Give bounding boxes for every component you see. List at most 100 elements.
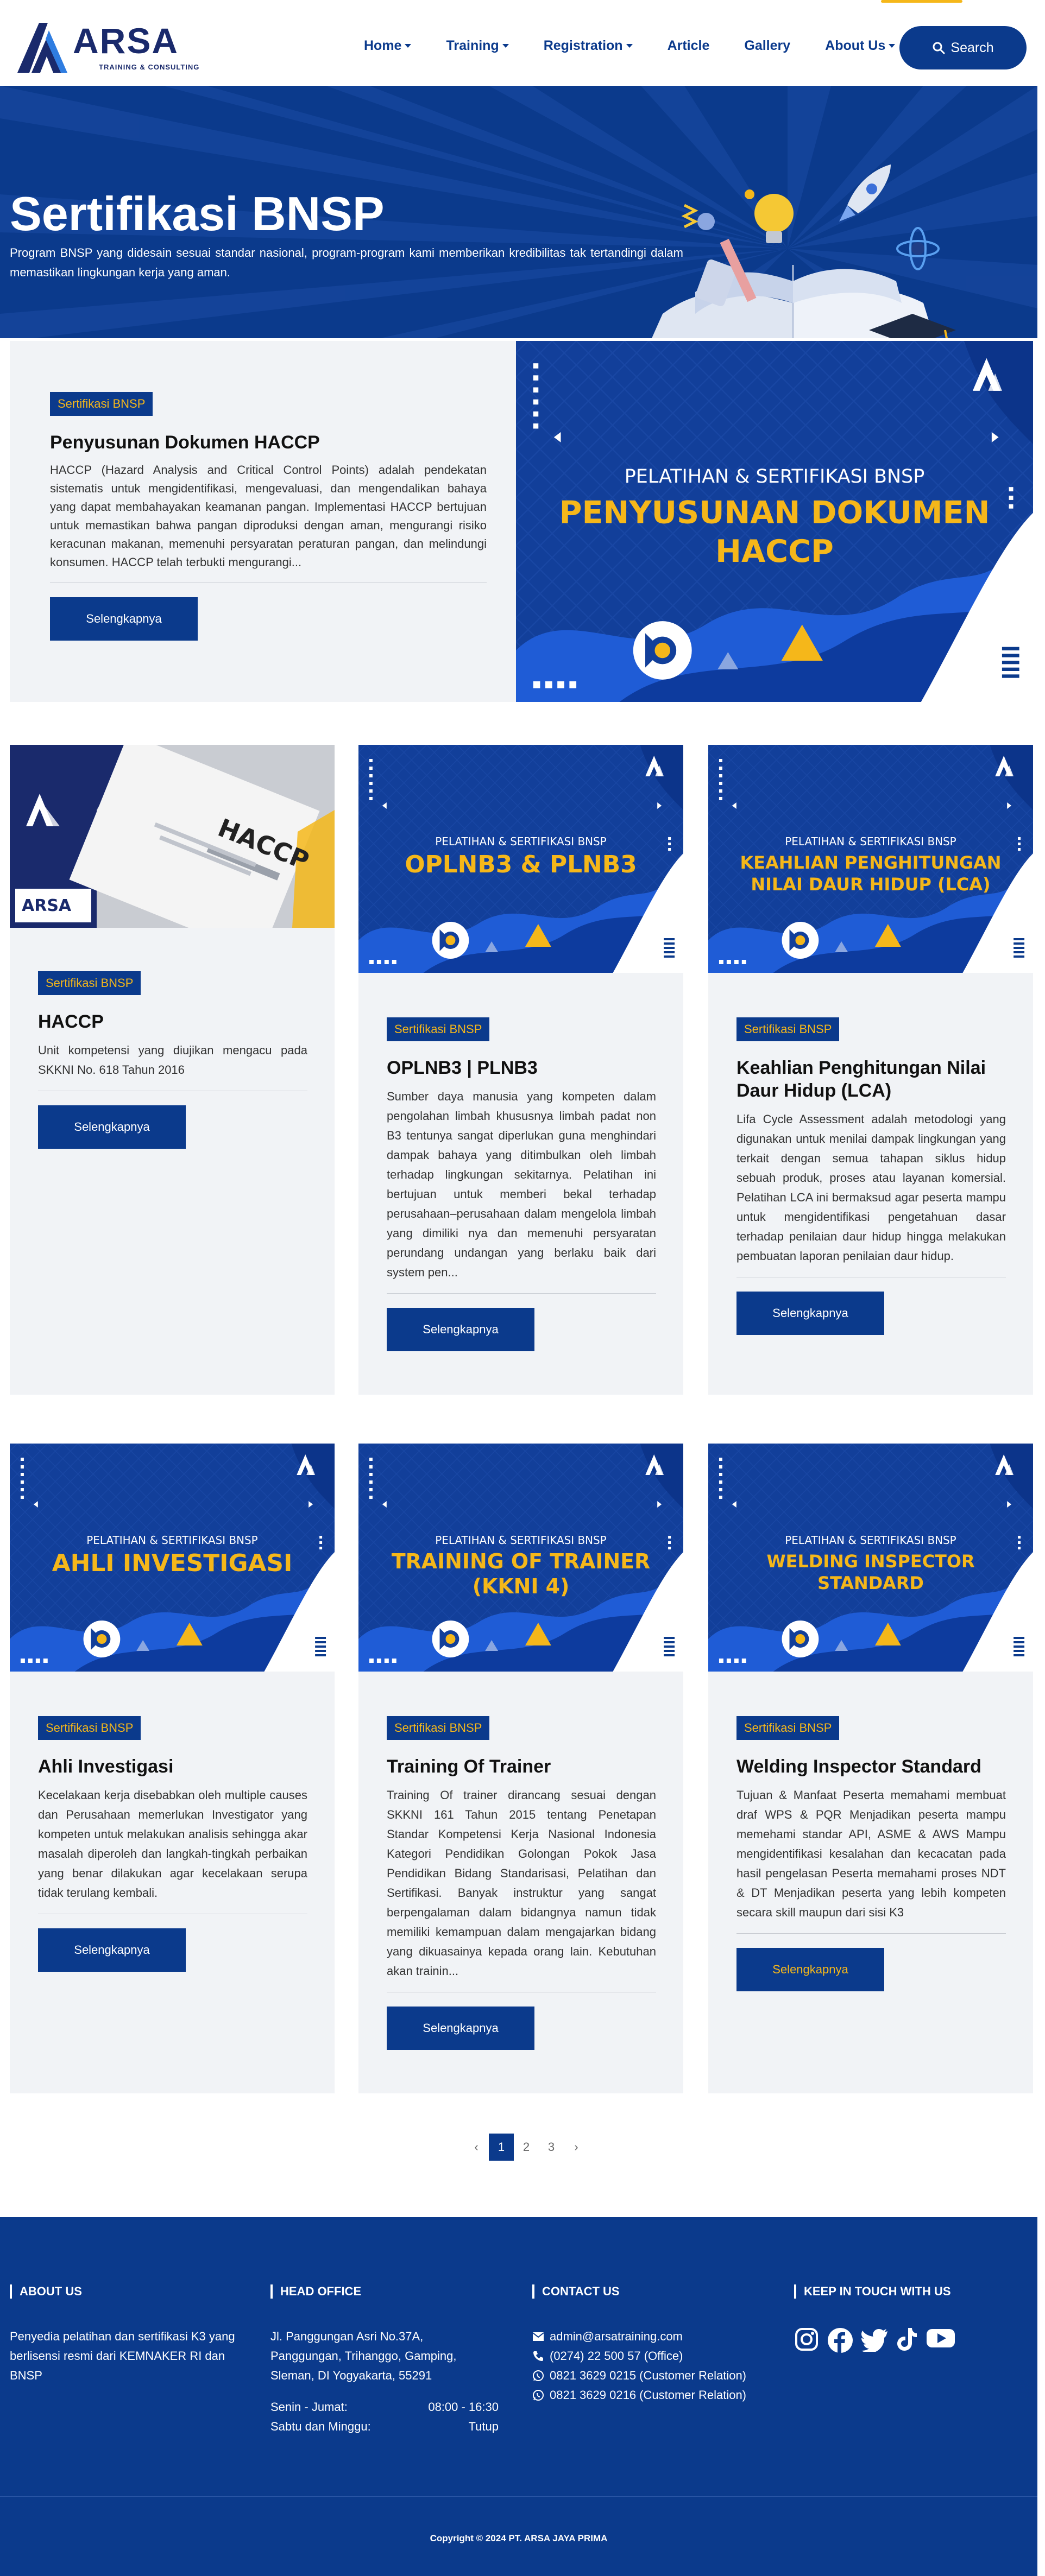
read-more-button[interactable]: Selengkapnya [50, 597, 198, 641]
nav-item-label: Article [667, 38, 710, 53]
contact-email[interactable]: admin@arsatraining.com [532, 2327, 782, 2346]
caret-down-icon [626, 44, 633, 48]
banner-title-line1: TRAINING OF TRAINER [392, 1549, 650, 1573]
hero-banner: Sertifikasi BNSP Program BNSP yang dides… [0, 86, 1037, 338]
course-title[interactable]: Ahli Investigasi [38, 1755, 307, 1778]
youtube-icon[interactable] [926, 2327, 956, 2354]
course-card-body: Sertifikasi BNSP OPLNB3 | PLNB3 Sumber d… [387, 1017, 656, 1351]
footer-heading: CONTACT US [532, 2284, 782, 2299]
course-title[interactable]: Training Of Trainer [387, 1755, 656, 1778]
course-image[interactable]: ARSA HACCP [10, 745, 335, 928]
banner-title-line1: AHLI INVESTIGASI [52, 1549, 293, 1577]
course-description: Training Of trainer dirancang sesuai den… [387, 1788, 656, 1978]
course-title[interactable]: Keahlian Penghitungan Nilai Daur Hidup (… [736, 1056, 1006, 1102]
nav-item-label: Gallery [744, 38, 791, 53]
read-more-button[interactable]: Selengkapnya [736, 1948, 884, 1991]
facebook-icon[interactable] [827, 2327, 854, 2354]
category-badge: Sertifikasi BNSP [50, 392, 153, 416]
course-card: PELATIHAN & SERTIFIKASI BNSP KEAHLIAN PE… [708, 745, 1033, 1395]
nav-item-home[interactable]: Home [364, 38, 412, 54]
search-button[interactable]: Search [899, 26, 1027, 69]
contact-whatsapp-text: 0821 3629 0216 (Customer Relation) [550, 2388, 747, 2402]
banner-subtitle: PELATIHAN & SERTIFIKASI BNSP [435, 1534, 606, 1547]
footer-social: KEEP IN TOUCH WITH US [794, 2284, 1033, 2354]
read-more-button[interactable]: Selengkapnya [38, 1928, 186, 1972]
course-title[interactable]: OPLNB3 | PLNB3 [387, 1056, 656, 1079]
caret-down-icon [405, 44, 412, 48]
category-badge: Sertifikasi BNSP [387, 1716, 490, 1740]
footer-divider [0, 2496, 1037, 2497]
read-more-button[interactable]: Selengkapnya [387, 2007, 534, 2050]
course-description: Unit kompetensi yang diujikan mengacu pa… [38, 1043, 307, 1077]
category-badge: Sertifikasi BNSP [387, 1017, 490, 1041]
contact-whatsapp-1[interactable]: 0821 3629 0215 (Customer Relation) [532, 2366, 782, 2385]
footer-office: HEAD OFFICE Jl. Panggungan Asri No.37A, … [270, 2284, 499, 2436]
read-more-button[interactable]: Selengkapnya [387, 1308, 534, 1351]
contact-whatsapp-2[interactable]: 0821 3629 0216 (Customer Relation) [532, 2385, 782, 2405]
read-more-button[interactable]: Selengkapnya [736, 1292, 884, 1335]
site-footer: ABOUT US Penyedia pelatihan dan sertifik… [0, 2217, 1037, 2576]
pagination-page-3[interactable]: 3 [539, 2134, 564, 2161]
hours-row: Senin - Jumat: 08:00 - 16:30 [270, 2397, 499, 2417]
divider [736, 1933, 1006, 1934]
course-card: PELATIHAN & SERTIFIKASI BNSP WELDING INS… [708, 1444, 1033, 2093]
office-hours: Senin - Jumat: 08:00 - 16:30 Sabtu dan Mi… [270, 2397, 499, 2436]
top-nav: ARSA TRAINING & CONSULTING Home Training… [0, 0, 1045, 86]
category-badge: Sertifikasi BNSP [736, 1017, 840, 1041]
social-links [794, 2327, 1033, 2354]
nav-item-registration[interactable]: Registration [544, 38, 633, 54]
pagination-next[interactable]: › [564, 2134, 589, 2161]
featured-card: Sertifikasi BNSP Penyusunan Dokumen HACC… [10, 341, 1033, 702]
course-title[interactable]: HACCP [38, 1010, 307, 1033]
twitter-icon[interactable] [861, 2327, 889, 2354]
hours-day: Sabtu dan Minggu: [270, 2420, 371, 2433]
course-title[interactable]: Welding Inspector Standard [736, 1755, 1006, 1778]
hours-time: 08:00 - 16:30 [428, 2400, 499, 2414]
whatsapp-icon [533, 2390, 544, 2401]
banner-title-line1: PENYUSUNAN DOKUMEN [559, 495, 990, 531]
featured-description: HACCP (Hazard Analysis and Critical Cont… [50, 463, 487, 569]
brand-tagline: TRAINING & CONSULTING [99, 63, 200, 71]
image-brand-text: ARSA [22, 896, 72, 915]
nav-item-training[interactable]: Training [446, 38, 509, 54]
brand-logo[interactable]: ARSA TRAINING & CONSULTING [15, 20, 199, 74]
course-image[interactable]: PELATIHAN & SERTIFIKASI BNSP OPLNB3 & PL… [358, 745, 683, 973]
nav-item-article[interactable]: Article [668, 38, 710, 54]
office-address: Jl. Panggungan Asri No.37A, Panggungan, … [270, 2330, 457, 2382]
footer-about-text: Penyedia pelatihan dan sertifikasi K3 ya… [10, 2330, 235, 2382]
pagination-page-2[interactable]: 2 [514, 2134, 539, 2161]
search-icon [933, 42, 945, 54]
banner-subtitle: PELATIHAN & SERTIFIKASI BNSP [785, 1534, 956, 1547]
contact-phone[interactable]: (0274) 22 500 57 (Office) [532, 2346, 782, 2366]
category-badge: Sertifikasi BNSP [38, 971, 141, 995]
course-card: ARSA HACCP Sertifikasi BNSP HACCP Unit k… [10, 745, 335, 1395]
tiktok-icon[interactable] [896, 2327, 918, 2354]
course-card: PELATIHAN & SERTIFIKASI BNSP AHLI INVEST… [10, 1444, 335, 2093]
banner-title-line2: STANDARD [817, 1573, 924, 1593]
course-image[interactable]: PELATIHAN & SERTIFIKASI BNSP AHLI INVEST… [10, 1444, 335, 1672]
course-description: Sumber daya manusia yang kompeten dalam … [387, 1090, 656, 1279]
course-description: Lifa Cycle Assessment adalah metodologi … [736, 1112, 1006, 1263]
banner-subtitle: PELATIHAN & SERTIFIKASI BNSP [86, 1534, 257, 1547]
brand-name: ARSA [73, 21, 179, 61]
top-accent-bar [881, 0, 962, 3]
contact-whatsapp-text: 0821 3629 0215 (Customer Relation) [550, 2369, 747, 2382]
footer-heading: ABOUT US [10, 2284, 254, 2299]
course-image[interactable]: PELATIHAN & SERTIFIKASI BNSP TRAINING OF… [358, 1444, 683, 1672]
nav-item-label: About Us [825, 38, 886, 53]
course-description: Kecelakaan kerja disebabkan oleh multipl… [38, 1788, 307, 1900]
pagination-page-1[interactable]: 1 [489, 2134, 514, 2161]
nav-item-gallery[interactable]: Gallery [744, 38, 790, 54]
read-more-button[interactable]: Selengkapnya [38, 1105, 186, 1149]
course-image[interactable]: PELATIHAN & SERTIFIKASI BNSP KEAHLIAN PE… [708, 745, 1033, 973]
featured-image[interactable]: PELATIHAN & SERTIFIKASI BNSP PENYUSUNAN … [516, 341, 1033, 702]
category-badge: Sertifikasi BNSP [38, 1716, 141, 1740]
instagram-icon[interactable] [794, 2327, 819, 2354]
pagination-prev[interactable]: ‹ [464, 2134, 489, 2161]
arsa-logo-icon [17, 23, 67, 73]
featured-title[interactable]: Penyusunan Dokumen HACCP [50, 432, 487, 453]
nav-item-about-us[interactable]: About Us [825, 38, 896, 54]
main-menu: Home Training Registration Article Galle… [364, 38, 930, 54]
course-image[interactable]: PELATIHAN & SERTIFIKASI BNSP WELDING INS… [708, 1444, 1033, 1672]
hours-time: Tutup [468, 2420, 499, 2433]
